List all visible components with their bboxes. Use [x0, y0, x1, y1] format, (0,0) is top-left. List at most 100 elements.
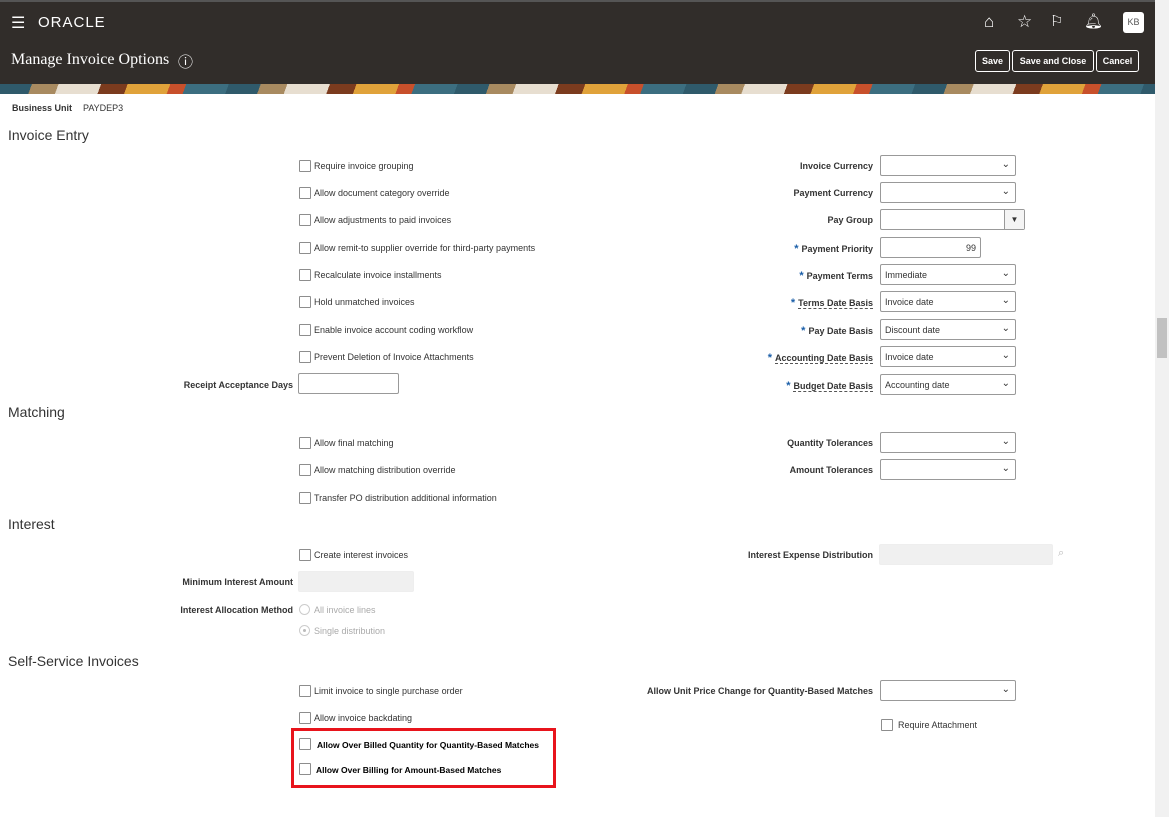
receipt-acceptance-days-input[interactable]	[298, 373, 399, 394]
checkbox-label: Allow remit-to supplier override for thi…	[314, 243, 536, 253]
pay-date-basis-select[interactable]: Discount date ⌄	[880, 319, 1016, 340]
unit-price-change-label: Allow Unit Price Change for Quantity-Bas…	[646, 686, 873, 696]
decorative-banner	[0, 84, 1155, 94]
flag-icon[interactable]: ⚐	[1050, 12, 1063, 30]
checkbox-label: Transfer PO distribution additional info…	[314, 493, 497, 503]
scrollbar[interactable]	[1155, 0, 1169, 817]
checkbox-label: Recalculate invoice installments	[314, 270, 442, 280]
checkbox[interactable]	[299, 214, 311, 226]
chevron-down-icon: ⌄	[1001, 268, 1010, 279]
checkbox-label: Create interest invoices	[314, 550, 409, 560]
chevron-down-icon: ⌄	[1001, 436, 1010, 447]
checkbox[interactable]	[299, 296, 311, 308]
chevron-down-icon: ⌄	[1001, 463, 1010, 474]
checkbox[interactable]	[299, 437, 311, 449]
checkbox[interactable]	[299, 738, 311, 750]
checkbox[interactable]	[299, 269, 311, 281]
dropdown-arrow-icon: ▼	[1004, 210, 1024, 229]
section-interest: Interest	[8, 516, 55, 532]
checkbox[interactable]	[299, 549, 311, 561]
cancel-button[interactable]: Cancel	[1096, 50, 1139, 72]
unit-price-change-select[interactable]: ⌄	[880, 680, 1016, 701]
checkbox-label: Prevent Deletion of Invoice Attachments	[314, 352, 474, 362]
accounting-date-basis-label: * Accounting Date Basis	[767, 352, 873, 364]
invoice-currency-label: Invoice Currency	[799, 161, 873, 171]
section-matching: Matching	[8, 404, 65, 420]
checkbox-label: Allow invoice backdating	[314, 713, 413, 723]
app-header: ☰ ORACLE ⌂ ☆ ⚐ 🔔︎ KB Manage Invoice Opti…	[0, 0, 1155, 84]
chevron-down-icon: ⌄	[1001, 378, 1010, 389]
checkbox-label: Limit invoice to single purchase order	[314, 686, 463, 696]
star-icon[interactable]: ☆	[1017, 12, 1032, 32]
bell-icon[interactable]: 🔔︎	[1084, 12, 1103, 30]
checkbox-label: Enable invoice account coding workflow	[314, 325, 474, 335]
pay-date-basis-label: * Pay Date Basis	[801, 325, 873, 337]
terms-date-basis-select[interactable]: Invoice date ⌄	[880, 291, 1016, 312]
checkbox[interactable]	[299, 763, 311, 775]
search-icon: ⌕	[1058, 547, 1065, 559]
checkbox[interactable]	[299, 492, 311, 504]
invoice-currency-select[interactable]: ⌄	[880, 155, 1016, 176]
radio-label: Single distribution	[314, 626, 386, 636]
checkbox-label: Require Attachment	[898, 720, 978, 730]
payment-currency-select[interactable]: ⌄	[880, 182, 1016, 203]
budget-date-basis-select[interactable]: Accounting date ⌄	[880, 374, 1016, 395]
checkbox-label: Allow document category override	[314, 188, 450, 198]
radio-single-distribution	[299, 625, 310, 636]
payment-terms-select[interactable]: Immediate ⌄	[880, 264, 1016, 285]
highlight-box	[291, 728, 556, 788]
checkbox[interactable]	[299, 464, 311, 476]
section-self-service-invoices: Self-Service Invoices	[8, 653, 139, 669]
chevron-down-icon: ⌄	[1001, 159, 1010, 170]
payment-priority-label: * Payment Priority	[794, 243, 873, 255]
payment-currency-label: Payment Currency	[793, 188, 873, 198]
accounting-date-basis-select[interactable]: Invoice date ⌄	[880, 346, 1016, 367]
require-attachment-checkbox[interactable]	[881, 719, 893, 731]
interest-expense-distribution-label: Interest Expense Distribution	[747, 550, 873, 560]
checkbox-label: Allow Over Billing for Amount-Based Matc…	[316, 765, 502, 775]
avatar[interactable]: KB	[1123, 12, 1144, 33]
interest-expense-distribution-input	[879, 544, 1053, 565]
pay-group-select[interactable]: ▼	[880, 209, 1025, 230]
checkbox-label: Require invoice grouping	[314, 161, 414, 171]
checkbox-label: Allow adjustments to paid invoices	[314, 215, 452, 225]
terms-date-basis-label: * Terms Date Basis	[790, 297, 873, 309]
business-unit-label: Business Unit	[12, 103, 73, 113]
payment-priority-input[interactable]: 99	[880, 237, 981, 258]
help-icon[interactable]: ⓘ	[178, 51, 193, 72]
radio-all-invoice-lines	[299, 604, 310, 615]
business-unit-value: PAYDEP3	[83, 103, 124, 113]
checkbox[interactable]	[299, 187, 311, 199]
chevron-down-icon: ⌄	[1001, 350, 1010, 361]
chevron-down-icon: ⌄	[1001, 323, 1010, 334]
checkbox[interactable]	[299, 242, 311, 254]
interest-allocation-method-label: Interest Allocation Method	[180, 605, 293, 615]
hamburger-menu-icon[interactable]: ☰	[11, 13, 25, 33]
budget-date-basis-label: * Budget Date Basis	[786, 380, 873, 392]
receipt-acceptance-days-label: Receipt Acceptance Days	[183, 380, 293, 390]
checkbox[interactable]	[299, 351, 311, 363]
minimum-interest-amount-input	[298, 571, 414, 592]
checkbox[interactable]	[299, 160, 311, 172]
home-icon[interactable]: ⌂	[984, 12, 994, 32]
chevron-down-icon: ⌄	[1001, 295, 1010, 306]
checkbox[interactable]	[299, 712, 311, 724]
section-invoice-entry: Invoice Entry	[8, 127, 89, 143]
payment-terms-label: * Payment Terms	[799, 270, 873, 282]
quantity-tolerances-select[interactable]: ⌄	[880, 432, 1016, 453]
checkbox-label: Hold unmatched invoices	[314, 297, 415, 307]
radio-label: All invoice lines	[314, 605, 376, 615]
amount-tolerances-label: Amount Tolerances	[789, 465, 873, 475]
save-button[interactable]: Save	[975, 50, 1010, 72]
checkbox-label: Allow Over Billed Quantity for Quantity-…	[317, 740, 539, 750]
minimum-interest-amount-label: Minimum Interest Amount	[182, 577, 293, 587]
save-and-close-button[interactable]: Save and Close	[1012, 50, 1094, 72]
checkbox[interactable]	[299, 685, 311, 697]
quantity-tolerances-label: Quantity Tolerances	[787, 438, 873, 448]
checkbox[interactable]	[299, 324, 311, 336]
amount-tolerances-select[interactable]: ⌄	[880, 459, 1016, 480]
checkbox-label: Allow matching distribution override	[314, 465, 456, 475]
checkbox-label: Allow final matching	[314, 438, 394, 448]
pay-group-label: Pay Group	[827, 215, 873, 225]
oracle-logo: ORACLE	[38, 14, 106, 31]
